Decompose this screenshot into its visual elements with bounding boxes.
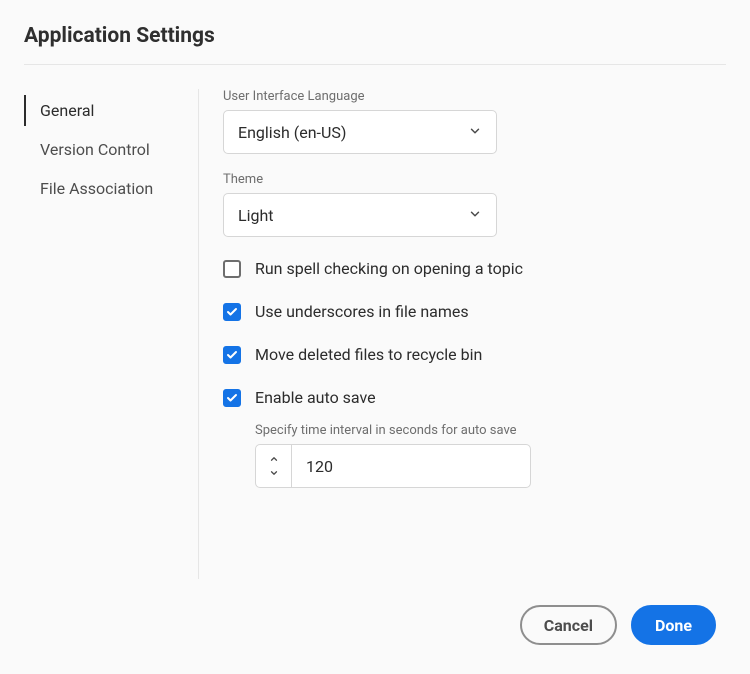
stepper-down-button[interactable] xyxy=(269,466,279,480)
cancel-button-label: Cancel xyxy=(544,616,593,635)
underscores-label: Use underscores in file names xyxy=(255,302,469,321)
settings-sidebar: General Version Control File Association xyxy=(24,89,198,579)
cancel-button[interactable]: Cancel xyxy=(520,605,617,645)
autosave-interval-stepper[interactable]: 120 xyxy=(255,444,531,488)
language-value: English (en-US) xyxy=(238,123,346,142)
autosave-label: Enable auto save xyxy=(255,388,376,407)
chevron-down-icon xyxy=(468,123,482,142)
dialog-body: General Version Control File Association… xyxy=(24,65,726,579)
chevron-up-icon xyxy=(269,454,279,464)
recycle-checkbox[interactable] xyxy=(223,346,241,364)
autosave-interval-label: Specify time interval in seconds for aut… xyxy=(255,423,726,438)
sidebar-item-label: Version Control xyxy=(40,140,150,159)
autosave-checkbox[interactable] xyxy=(223,389,241,407)
dialog-footer: Cancel Done xyxy=(24,605,726,645)
done-button-label: Done xyxy=(655,616,692,635)
recycle-label: Move deleted files to recycle bin xyxy=(255,345,482,364)
theme-label: Theme xyxy=(223,172,726,187)
theme-select[interactable]: Light xyxy=(223,193,497,237)
recycle-row: Move deleted files to recycle bin xyxy=(223,345,726,364)
spellcheck-row: Run spell checking on opening a topic xyxy=(223,259,726,278)
language-label: User Interface Language xyxy=(223,89,726,104)
sidebar-item-label: File Association xyxy=(40,179,153,198)
sidebar-item-general[interactable]: General xyxy=(24,91,198,130)
spellcheck-label: Run spell checking on opening a topic xyxy=(255,259,523,278)
spellcheck-checkbox[interactable] xyxy=(223,260,241,278)
underscores-row: Use underscores in file names xyxy=(223,302,726,321)
chevron-down-icon xyxy=(468,206,482,225)
dialog-title: Application Settings xyxy=(24,24,726,48)
theme-value: Light xyxy=(238,206,274,225)
stepper-up-button[interactable] xyxy=(269,452,279,466)
stepper-controls xyxy=(256,445,292,487)
autosave-row: Enable auto save xyxy=(223,388,726,407)
sidebar-item-file-association[interactable]: File Association xyxy=(24,169,198,208)
autosave-interval-field: Specify time interval in seconds for aut… xyxy=(255,423,726,488)
vertical-divider xyxy=(198,89,199,579)
autosave-interval-value[interactable]: 120 xyxy=(292,445,530,487)
language-select[interactable]: English (en-US) xyxy=(223,110,497,154)
application-settings-dialog: Application Settings General Version Con… xyxy=(0,0,750,663)
sidebar-item-version-control[interactable]: Version Control xyxy=(24,130,198,169)
done-button[interactable]: Done xyxy=(631,605,716,645)
sidebar-item-label: General xyxy=(40,101,94,120)
settings-content: User Interface Language English (en-US) … xyxy=(223,89,726,579)
underscores-checkbox[interactable] xyxy=(223,303,241,321)
chevron-down-icon xyxy=(269,468,279,478)
